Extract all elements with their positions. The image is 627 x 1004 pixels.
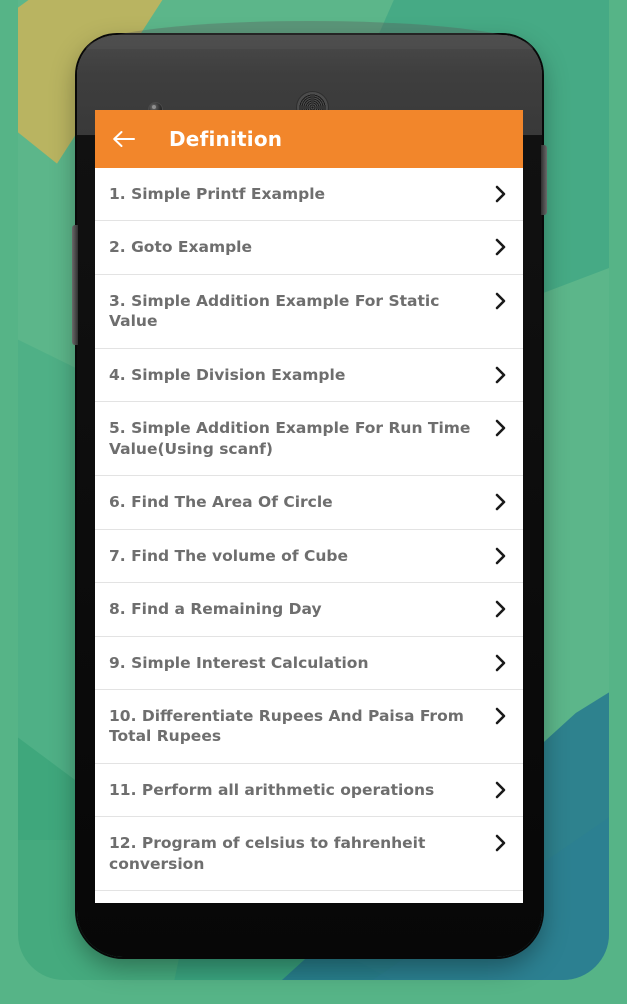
chevron-right-icon[interactable] [489,237,511,256]
page-title: Definition [169,127,283,151]
phone-device-frame: Definition 1. Simple Printf Example 2. Go… [72,21,547,957]
chevron-right-icon[interactable] [489,291,511,310]
list-item-label: 8. Find a Remaining Day [109,600,322,619]
chevron-right-icon[interactable] [489,653,511,672]
chevron-right-icon[interactable] [489,706,511,725]
list-item[interactable]: 3. Simple Addition Example For Static Va… [95,274,523,349]
list-item[interactable]: 5. Simple Addition Example For Run Time … [95,402,523,477]
list-item[interactable]: 11. Perform all arithmetic operations [95,763,523,818]
list-item-label: 4. Simple Division Example [109,365,346,384]
definition-list: 1. Simple Printf Example 2. Goto Example 3… [95,168,523,892]
list-item-label: 6. Find The Area Of Circle [109,493,333,512]
chevron-right-icon[interactable] [489,546,511,565]
volume-rocker-button[interactable] [72,225,78,345]
power-button[interactable] [541,145,547,215]
list-item[interactable]: 7. Find The volume of Cube [95,529,523,584]
arrow-left-icon[interactable] [109,124,139,154]
list-item[interactable]: 12. Program of celsius to fahrenheit con… [95,817,523,892]
list-item-label: 10. Differentiate Rupees And Paisa From … [109,706,464,746]
list-item[interactable]: 10. Differentiate Rupees And Paisa From … [95,689,523,764]
list-item-label: 7. Find The volume of Cube [109,546,348,565]
list-item[interactable]: 6. Find The Area Of Circle [95,476,523,530]
list-item-label: 12. Program of celsius to fahrenheit con… [109,834,426,873]
phone-screen: Definition 1. Simple Printf Example 2. Go… [95,110,523,903]
list-item-label: 3. Simple Addition Example For Static Va… [109,291,440,331]
chevron-right-icon[interactable] [489,780,511,799]
chevron-right-icon[interactable] [489,365,511,384]
list-item[interactable]: 2. Goto Example [95,221,523,275]
list-item-label: 2. Goto Example [109,238,253,257]
list-item-label: 1. Simple Printf Example [109,185,326,203]
list-item-label: 11. Perform all arithmetic operations [109,780,435,799]
chevron-right-icon[interactable] [489,492,511,511]
list-item-label: 5. Simple Addition Example For Run Time … [109,419,471,458]
list-item[interactable]: 8. Find a Remaining Day [95,583,523,637]
chevron-right-icon[interactable] [489,418,511,437]
app-bar: Definition [95,110,523,168]
list-item[interactable]: 1. Simple Printf Example [95,168,523,222]
chevron-right-icon[interactable] [489,599,511,618]
chevron-right-icon[interactable] [489,184,511,203]
list-item[interactable]: 4. Simple Division Example [95,348,523,403]
list-item[interactable]: 9. Simple Interest Calculation [95,636,523,690]
chevron-right-icon[interactable] [489,833,511,852]
list-item-label: 9. Simple Interest Calculation [109,653,369,672]
